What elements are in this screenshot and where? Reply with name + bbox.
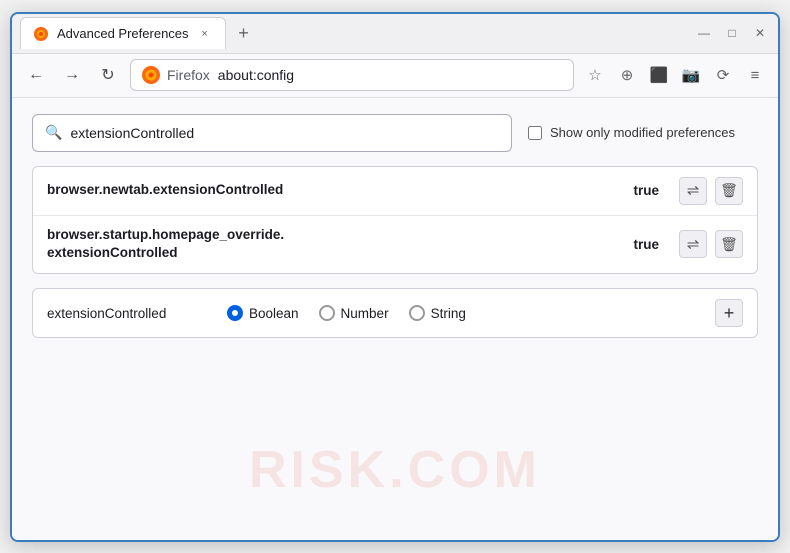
restore-button[interactable]: □: [722, 23, 742, 43]
address-text: Firefox about:config: [167, 67, 294, 83]
tab-title: Advanced Preferences: [57, 26, 189, 41]
radio-group: Boolean Number String: [227, 305, 695, 321]
radio-string-label: String: [431, 306, 466, 321]
minimize-button[interactable]: —: [694, 23, 714, 43]
modified-only-checkbox-label[interactable]: Show only modified preferences: [528, 125, 735, 140]
prefs-table: browser.newtab.extensionControlled true …: [32, 166, 758, 275]
radio-number-circle: [319, 305, 335, 321]
pref-name-2-line2: extensionControlled: [47, 244, 633, 263]
back-button[interactable]: ←: [22, 61, 50, 89]
address-path: about:config: [218, 67, 294, 83]
radio-string[interactable]: String: [409, 305, 466, 321]
firefox-logo: [141, 65, 161, 85]
radio-number-label: Number: [341, 306, 389, 321]
bookmark-icon[interactable]: ☆: [582, 62, 608, 88]
extensions-icon[interactable]: ⬛: [646, 62, 672, 88]
radio-boolean-circle: [227, 305, 243, 321]
pref-actions-1: 🗑: [679, 177, 743, 205]
search-input[interactable]: [70, 125, 499, 141]
refresh-button[interactable]: ↻: [94, 61, 122, 89]
browser-tab[interactable]: Advanced Preferences ×: [20, 17, 226, 49]
tab-close-button[interactable]: ×: [197, 26, 213, 42]
forward-button[interactable]: →: [58, 61, 86, 89]
nav-bar: ← → ↻ Firefox about:config ☆ ⊕ ⬛ 📷 ⟳ ≡: [12, 54, 778, 98]
new-tab-button[interactable]: +: [230, 19, 258, 47]
site-name: Firefox: [167, 67, 210, 83]
browser-window: Advanced Preferences × + — □ ✕ ← → ↻ Fir…: [10, 12, 780, 542]
delete-button-1[interactable]: 🗑: [715, 177, 743, 205]
content-area: RISK.COM 🔍 Show only modified preference…: [12, 98, 778, 540]
search-row: 🔍 Show only modified preferences: [32, 114, 758, 152]
pref-row-2: browser.startup.homepage_override. exten…: [33, 216, 757, 274]
window-controls: — □ ✕: [694, 23, 770, 43]
pref-value-2: true: [633, 237, 659, 252]
trash-icon-2: 🗑: [720, 236, 738, 253]
pref-row-1: browser.newtab.extensionControlled true …: [33, 167, 757, 216]
radio-string-circle: [409, 305, 425, 321]
pref-name-1: browser.newtab.extensionControlled: [47, 181, 633, 200]
close-button[interactable]: ✕: [750, 23, 770, 43]
trash-icon-1: 🗑: [720, 182, 738, 199]
add-pref-row: extensionControlled Boolean Number Strin…: [32, 288, 758, 338]
address-bar[interactable]: Firefox about:config: [130, 59, 574, 91]
search-box[interactable]: 🔍: [32, 114, 512, 152]
pref-name-2: browser.startup.homepage_override. exten…: [47, 226, 633, 264]
modified-only-label: Show only modified preferences: [550, 125, 735, 140]
menu-icon[interactable]: ≡: [742, 62, 768, 88]
nav-icons: ☆ ⊕ ⬛ 📷 ⟳ ≡: [582, 62, 768, 88]
search-icon: 🔍: [45, 124, 62, 141]
radio-number[interactable]: Number: [319, 305, 389, 321]
firefox-tab-icon: [33, 26, 49, 42]
add-button[interactable]: +: [715, 299, 743, 327]
toggle-button-2[interactable]: [679, 230, 707, 258]
sync-icon[interactable]: ⟳: [710, 62, 736, 88]
radio-boolean-label: Boolean: [249, 306, 299, 321]
shield-icon[interactable]: ⊕: [614, 62, 640, 88]
delete-button-2[interactable]: 🗑: [715, 230, 743, 258]
add-pref-name: extensionControlled: [47, 306, 207, 321]
pref-value-1: true: [633, 183, 659, 198]
arrows-icon-2: [687, 235, 700, 254]
radio-boolean[interactable]: Boolean: [227, 305, 299, 321]
arrows-icon-1: [687, 181, 700, 200]
camera-icon[interactable]: 📷: [678, 62, 704, 88]
pref-name-2-line1: browser.startup.homepage_override.: [47, 226, 633, 245]
watermark: RISK.COM: [249, 440, 541, 500]
toggle-button-1[interactable]: [679, 177, 707, 205]
title-bar: Advanced Preferences × + — □ ✕: [12, 14, 778, 54]
pref-actions-2: 🗑: [679, 230, 743, 258]
modified-only-checkbox[interactable]: [528, 126, 542, 140]
